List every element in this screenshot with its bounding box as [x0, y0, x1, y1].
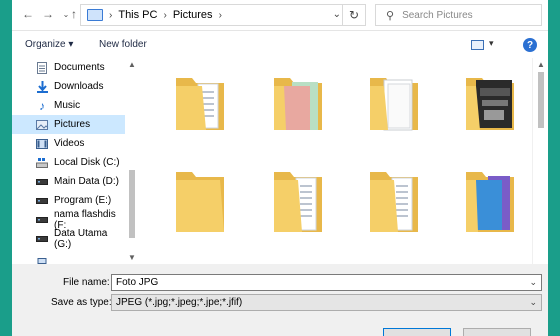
toolbar: Organize ▾ New folder ▾ ?	[12, 30, 548, 58]
organize-menu[interactable]: Organize ▾	[25, 39, 73, 50]
breadcrumb-pictures[interactable]: Pictures	[173, 9, 213, 21]
sidebar-item-videos[interactable]: Videos	[12, 134, 125, 153]
sidebar-item-pictures[interactable]: Pictures	[12, 115, 125, 134]
drive-icon	[36, 176, 48, 187]
sidebar-item-flashdisk-f[interactable]: nama flashdis (F:	[12, 209, 125, 231]
cancel-button[interactable]	[463, 328, 531, 336]
sidebar-item-music[interactable]: ♪ Music	[12, 96, 125, 115]
file-name-input[interactable]: Foto JPG ⌄	[111, 274, 542, 291]
view-dropdown-icon[interactable]: ▾	[489, 38, 494, 49]
music-icon: ♪	[39, 98, 45, 113]
scroll-up-icon[interactable]: ▲	[128, 60, 136, 69]
search-placeholder: Search Pictures	[402, 9, 473, 21]
sidebar-item-partial[interactable]	[12, 251, 125, 264]
file-name-label: File name:	[63, 277, 110, 288]
address-bar[interactable]: › This PC › Pictures › ⌄	[80, 4, 348, 26]
sidebar-item-label: Pictures	[54, 119, 91, 130]
back-arrow-icon[interactable]: ←	[20, 6, 36, 22]
sidebar-item-main-data-d[interactable]: Main Data (D:)	[12, 172, 125, 191]
save-button[interactable]	[383, 328, 451, 336]
save-as-type-label: Save as type:	[51, 297, 112, 308]
forward-arrow-icon[interactable]: →	[40, 6, 56, 22]
search-input[interactable]: ⚲ Search Pictures	[375, 4, 542, 26]
sidebar-item-label: Downloads	[54, 81, 104, 92]
download-icon	[36, 80, 48, 93]
view-options-icon[interactable]	[471, 40, 484, 50]
breadcrumb-this-pc[interactable]: This PC	[118, 9, 157, 21]
navigation-pane: Documents Downloads ♪ Music Pictures Vid…	[12, 58, 140, 264]
scroll-thumb[interactable]	[538, 72, 544, 128]
scroll-down-icon[interactable]: ▼	[128, 253, 136, 262]
crumb-separator: ›	[109, 9, 113, 21]
address-dropdown-icon[interactable]: ⌄	[333, 9, 341, 20]
pictures-icon	[36, 119, 48, 130]
document-icon	[36, 61, 48, 74]
folder-icon[interactable]	[366, 166, 422, 236]
search-icon: ⚲	[386, 9, 395, 22]
sidebar-item-local-disk-c[interactable]: Local Disk (C:)	[12, 153, 125, 172]
network-icon	[36, 255, 48, 264]
content-scrollbar[interactable]: ▲	[532, 58, 548, 264]
sidebar-item-program-e[interactable]: Program (E:)	[12, 191, 125, 210]
sidebar-item-label: Main Data (D:)	[54, 176, 120, 187]
scroll-up-icon[interactable]: ▲	[537, 60, 545, 69]
this-pc-icon	[87, 9, 103, 21]
nav-scrollbar[interactable]: ▲ ▼	[125, 58, 140, 264]
windows-drive-icon	[36, 157, 48, 168]
new-folder-button[interactable]: New folder	[99, 39, 147, 50]
save-dialog: ← → ⌄ ↑ › This PC › Pictures › ⌄ ↻ ⚲ Sea…	[12, 0, 548, 336]
refresh-icon[interactable]: ↻	[342, 4, 366, 26]
file-name-value: Foto JPG	[116, 277, 159, 288]
crumb-separator: ›	[163, 9, 167, 21]
sidebar-item-label: Music	[54, 100, 81, 111]
drive-icon	[36, 233, 48, 244]
save-as-type-value: JPEG (*.jpg;*.jpeg;*.jpe;*.jfif)	[116, 297, 243, 308]
sidebar-item-data-utama-g[interactable]: Data Utama (G:)	[12, 227, 125, 250]
drive-icon	[36, 214, 48, 225]
save-as-type-select[interactable]: JPEG (*.jpg;*.jpeg;*.jpe;*.jfif) ⌄	[111, 294, 542, 311]
sidebar-item-label: Data Utama (G:)	[54, 227, 108, 250]
sidebar-item-label: Videos	[54, 138, 85, 149]
sidebar-item-label: Local Disk (C:)	[54, 157, 120, 168]
file-list	[140, 58, 532, 264]
drive-icon	[36, 195, 48, 206]
sidebar-item-label: Documents	[54, 62, 105, 73]
folder-icon[interactable]	[172, 68, 228, 138]
scroll-thumb[interactable]	[129, 170, 135, 238]
sidebar-item-documents[interactable]: Documents	[12, 58, 125, 77]
sidebar-item-label: Program (E:)	[54, 195, 112, 206]
chevron-down-icon[interactable]: ⌄	[529, 277, 537, 288]
chevron-down-icon[interactable]: ⌄	[529, 297, 537, 308]
address-row: ← → ⌄ ↑ › This PC › Pictures › ⌄ ↻ ⚲ Sea…	[12, 0, 548, 30]
folder-icon[interactable]	[366, 68, 422, 138]
folder-icon[interactable]	[462, 68, 518, 138]
help-icon[interactable]: ?	[523, 38, 537, 52]
crumb-separator[interactable]: ›	[219, 10, 222, 21]
folder-icon[interactable]	[172, 166, 228, 236]
folder-icon[interactable]	[462, 166, 518, 236]
folder-icon[interactable]	[270, 68, 326, 138]
sidebar-item-downloads[interactable]: Downloads	[12, 77, 125, 96]
video-icon	[36, 138, 48, 149]
folder-icon[interactable]	[270, 166, 326, 236]
